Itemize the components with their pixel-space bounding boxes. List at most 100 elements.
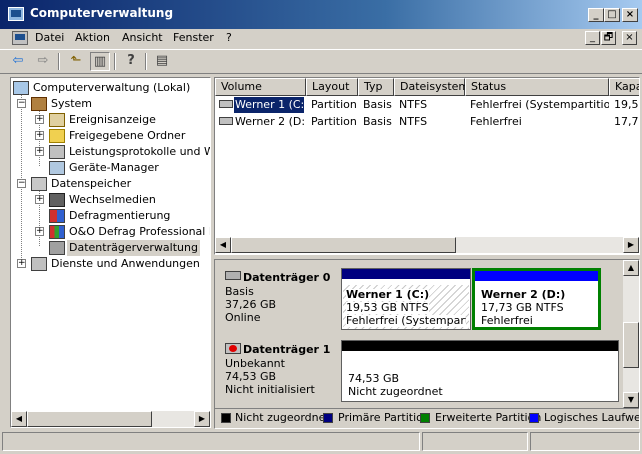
- console-tree[interactable]: Computerverwaltung (Lokal) − System + Er…: [10, 77, 211, 428]
- cell-dateisystem: NTFS: [399, 115, 428, 128]
- minimize-button[interactable]: _: [588, 8, 604, 22]
- expand-toggle[interactable]: +: [35, 195, 44, 204]
- close-button[interactable]: ×: [622, 8, 638, 22]
- column-header-typ[interactable]: Typ: [358, 78, 394, 96]
- tree-item-label: Defragmentierung: [69, 209, 171, 222]
- expand-toggle[interactable]: +: [35, 147, 44, 156]
- back-arrow-icon[interactable]: ⇦: [8, 52, 28, 71]
- volume-unallocated[interactable]: 74,53 GB Nicht zugeordnet: [341, 340, 619, 402]
- logical-drive-bar: [475, 271, 598, 281]
- tree-item-label: Leistungsprotokolle und Warnungen: [69, 145, 210, 158]
- tree-item-datentraegerverwaltung[interactable]: Datenträgerverwaltung: [13, 240, 210, 256]
- menu-fenster[interactable]: Fenster: [173, 31, 214, 47]
- tree-item-label: System: [51, 97, 93, 110]
- show-tree-icon[interactable]: ▥: [90, 52, 110, 71]
- tree-item-geraete-manager[interactable]: Geräte-Manager: [13, 160, 210, 176]
- tree-item-oo-defrag[interactable]: + O&O Defrag Professional Edition: [13, 224, 210, 240]
- expand-toggle[interactable]: +: [17, 259, 26, 268]
- column-header-kapazitaet[interactable]: Kapazität: [609, 78, 639, 96]
- scroll-thumb[interactable]: [623, 322, 639, 368]
- properties-icon[interactable]: ▤: [152, 52, 172, 71]
- menu-help[interactable]: ?: [226, 31, 232, 47]
- legend-swatch-unallocated: [221, 413, 231, 423]
- device-manager-icon: [49, 161, 65, 175]
- shared-folder-icon: [49, 129, 65, 143]
- disk-size: 74,53 GB: [225, 370, 277, 383]
- legend-swatch-primary: [323, 413, 333, 423]
- disk-error-icon: [225, 343, 241, 354]
- expand-toggle[interactable]: +: [35, 227, 44, 236]
- scroll-thumb[interactable]: [27, 411, 152, 427]
- tree-item-ereignisanzeige[interactable]: + Ereignisanzeige: [13, 112, 210, 128]
- tree-item-label: Freigegebene Ordner: [69, 129, 186, 142]
- child-restore-button[interactable]: 🗗: [601, 31, 616, 45]
- menu-ansicht[interactable]: Ansicht: [122, 31, 163, 47]
- column-header-dateisystem[interactable]: Dateisystem: [394, 78, 469, 96]
- window-title: Computerverwaltung: [30, 6, 174, 20]
- table-row[interactable]: Werner 2 (D:) Partition Basis NTFS Fehle…: [215, 114, 639, 130]
- volume-d[interactable]: Werner 2 (D:) 17,73 GB NTFS Fehlerfrei: [472, 268, 601, 330]
- volume-name: Werner 2 (D:): [481, 288, 566, 301]
- collapse-toggle[interactable]: −: [17, 179, 26, 188]
- legend-swatch-logical: [529, 413, 539, 423]
- tree-item-label: O&O Defrag Professional Edition: [69, 225, 210, 238]
- scroll-right-button[interactable]: ▶: [194, 411, 210, 427]
- cell-typ: Basis: [363, 98, 392, 111]
- expand-toggle[interactable]: +: [35, 131, 44, 140]
- event-viewer-icon: [49, 113, 65, 127]
- removable-storage-icon: [49, 193, 65, 207]
- tree-item-system[interactable]: − System: [13, 96, 210, 112]
- cell-layout: Partition: [311, 115, 357, 128]
- legend-swatch-extended: [420, 413, 430, 423]
- cell-typ: Basis: [363, 115, 392, 128]
- column-header-layout[interactable]: Layout: [306, 78, 358, 96]
- disk-0-label[interactable]: Datenträger 0 Basis 37,26 GB Online: [219, 268, 335, 338]
- tree-item-wechselmedien[interactable]: + Wechselmedien: [13, 192, 210, 208]
- tree-item-label: Ereignisanzeige: [69, 113, 156, 126]
- cell-kapazitaet: 17,73 GB: [614, 115, 639, 128]
- scroll-thumb[interactable]: [231, 237, 456, 253]
- scroll-left-button[interactable]: ◀: [215, 237, 231, 253]
- scroll-down-button[interactable]: ▼: [623, 392, 639, 408]
- tree-item-defragmentierung[interactable]: Defragmentierung: [13, 208, 210, 224]
- tree-item-leistungsprotokolle[interactable]: + Leistungsprotokolle und Warnungen: [13, 144, 210, 160]
- primary-partition-bar: [342, 269, 470, 279]
- child-minimize-button[interactable]: _: [585, 31, 600, 45]
- volume-name: Werner 1 (C:): [346, 288, 430, 301]
- cell-status: Fehlerfrei: [470, 115, 522, 128]
- system-menu-icon[interactable]: [12, 31, 28, 45]
- scroll-left-button[interactable]: ◀: [11, 411, 27, 427]
- disk-map[interactable]: Datenträger 0 Basis 37,26 GB Online Wern…: [214, 259, 640, 429]
- tree-item-datenspeicher[interactable]: − Datenspeicher: [13, 176, 210, 192]
- column-header-status[interactable]: Status: [465, 78, 609, 96]
- disk-1-label[interactable]: Datenträger 1 Unbekannt 74,53 GB Nicht i…: [219, 340, 335, 410]
- tree-item-label: Wechselmedien: [69, 193, 156, 206]
- tree-item-freigegebene-ordner[interactable]: + Freigegebene Ordner: [13, 128, 210, 144]
- volume-status: Nicht zugeordnet: [348, 385, 443, 398]
- scroll-right-button[interactable]: ▶: [623, 237, 639, 253]
- volume-status: Fehlerfrei (Systempartition): [346, 315, 466, 327]
- disk-icon: [225, 271, 241, 280]
- tree-item-label: Computerverwaltung (Lokal): [33, 81, 191, 94]
- child-close-button[interactable]: ×: [622, 31, 637, 45]
- help-icon[interactable]: ?: [121, 52, 141, 71]
- cell-volume: Werner 2 (D:): [235, 115, 305, 128]
- tree-item-root[interactable]: Computerverwaltung (Lokal): [13, 80, 210, 96]
- volume-c[interactable]: Werner 1 (C:) 19,53 GB NTFS Fehlerfrei (…: [341, 268, 471, 330]
- tree-item-dienste[interactable]: + Dienste und Anwendungen: [13, 256, 210, 272]
- status-bar-main: [2, 432, 420, 451]
- defrag-icon: [49, 209, 65, 223]
- table-row[interactable]: Werner 1 (C:) Partition Basis NTFS Fehle…: [215, 97, 639, 113]
- tree-item-label: Geräte-Manager: [69, 161, 159, 174]
- expand-toggle[interactable]: +: [35, 115, 44, 124]
- volume-list[interactable]: Volume Layout Typ Dateisystem Status Kap…: [214, 77, 640, 255]
- status-bar-cell: [530, 432, 640, 451]
- up-folder-icon[interactable]: ⬑: [66, 52, 86, 71]
- scroll-up-button[interactable]: ▲: [623, 260, 639, 276]
- menu-aktion[interactable]: Aktion: [75, 31, 110, 47]
- forward-arrow-icon[interactable]: ⇨: [33, 52, 53, 71]
- collapse-toggle[interactable]: −: [17, 99, 26, 108]
- maximize-button[interactable]: □: [604, 8, 620, 22]
- column-header-volume[interactable]: Volume: [215, 78, 306, 96]
- menu-datei[interactable]: Datei: [35, 31, 64, 47]
